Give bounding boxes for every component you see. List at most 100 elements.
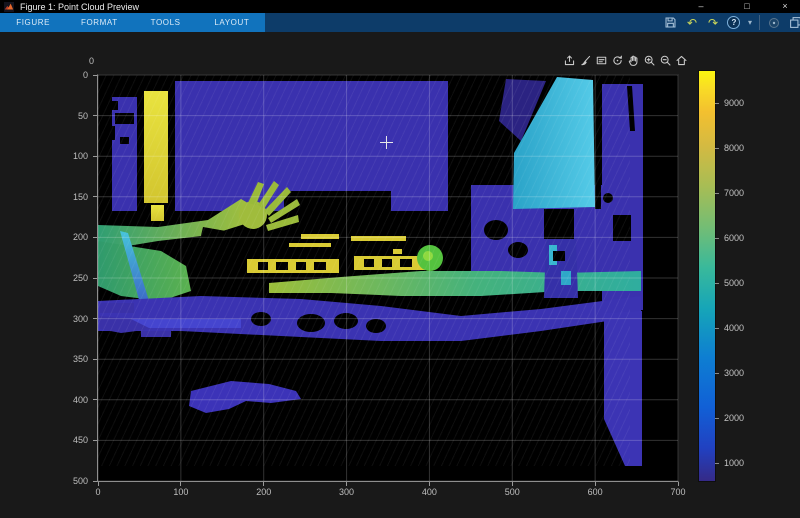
scene-ball-highlight xyxy=(423,251,433,261)
x-tick-label: 200 xyxy=(256,487,271,497)
scene-key-gap-3 xyxy=(296,262,306,270)
x-tick xyxy=(263,482,264,486)
y-tick xyxy=(93,115,97,116)
x-tick-label: 400 xyxy=(422,487,437,497)
scene-left-bit-3 xyxy=(141,331,171,337)
help-icon[interactable]: ? xyxy=(727,16,741,30)
figure-canvas: 0 0100200300400500600700 050100150200250… xyxy=(0,32,800,518)
x-tick-label: 500 xyxy=(505,487,520,497)
x-tick-label: 0 xyxy=(95,487,100,497)
tab-layout[interactable]: LAYOUT xyxy=(199,13,265,32)
matlab-logo-icon xyxy=(4,2,14,12)
y-tick xyxy=(93,318,97,319)
y-tick xyxy=(93,399,97,400)
redo-icon[interactable]: ↷ xyxy=(706,16,720,30)
scene-desk-hole-2 xyxy=(334,313,358,329)
scene-key-gap-1 xyxy=(258,262,268,270)
x-tick xyxy=(512,482,513,486)
undo-icon[interactable]: ↶ xyxy=(685,16,699,30)
scene-right-wedge xyxy=(604,311,642,466)
home-icon[interactable] xyxy=(674,53,689,68)
colorbar-tick xyxy=(715,463,719,464)
x-tick xyxy=(98,482,99,486)
colorbar-tick-label: 1000 xyxy=(724,458,744,468)
scene-wall-hole-2 xyxy=(508,242,528,258)
help-dropdown-icon[interactable]: ▾ xyxy=(748,18,752,27)
plot-area[interactable]: 0 0100200300400500600700 050100150200250… xyxy=(97,74,679,482)
scene-desk-hole-1 xyxy=(297,314,325,332)
scene-keyboard-line xyxy=(289,243,331,247)
maximize-button[interactable]: □ xyxy=(724,0,770,13)
datatips-icon[interactable] xyxy=(594,53,609,68)
x-tick xyxy=(429,482,430,486)
scene-speckle-4 xyxy=(120,137,129,144)
rotate-icon[interactable] xyxy=(610,53,625,68)
figure-window: Figure 1: Point Cloud Preview – □ × FIGU… xyxy=(0,0,800,518)
colorbar-tick-label: 5000 xyxy=(724,278,744,288)
colorbar-tick-label: 9000 xyxy=(724,98,744,108)
scene-key-gap-2 xyxy=(276,262,288,270)
colorbar-tick-label: 7000 xyxy=(724,188,744,198)
y-tick-label: 500 xyxy=(73,476,88,486)
scene-yellow-dash-1 xyxy=(301,234,339,239)
y-tick xyxy=(93,278,97,279)
tab-format[interactable]: FORMAT xyxy=(66,13,132,32)
scene-key-gap-5 xyxy=(364,259,374,267)
scene-monitor-stand xyxy=(544,209,574,239)
scene-watch xyxy=(199,227,226,249)
pan-icon[interactable] xyxy=(626,53,641,68)
zoom-in-icon[interactable] xyxy=(642,53,657,68)
scene-yellow-bar-lower xyxy=(151,205,164,221)
colorbar-tick-label: 8000 xyxy=(724,143,744,153)
minimize-button[interactable]: – xyxy=(678,0,724,13)
x-tick-label: 300 xyxy=(339,487,354,497)
save-icon[interactable] xyxy=(664,16,678,30)
colorbar-tick xyxy=(715,238,719,239)
scene-key-gap-4 xyxy=(314,262,326,270)
y-tick xyxy=(93,237,97,238)
colorbar-tick-label: 4000 xyxy=(724,323,744,333)
y-tick-label: 0 xyxy=(83,70,88,80)
toolstrip-tabs: FIGURE FORMAT TOOLS LAYOUT xyxy=(0,13,265,32)
scene-shadow-blob xyxy=(284,191,391,211)
scene-floor-blob xyxy=(189,381,301,413)
y-tick xyxy=(93,359,97,360)
y-tick-label: 50 xyxy=(78,111,88,121)
toolbar-separator xyxy=(759,15,760,30)
toolstrip: FIGURE FORMAT TOOLS LAYOUT ↶ ↷ ? ▾ xyxy=(0,13,800,32)
y-tick-label: 350 xyxy=(73,354,88,364)
x-tick xyxy=(180,482,181,486)
axes-toolbar xyxy=(562,53,689,68)
export-icon[interactable] xyxy=(562,53,577,68)
layout-windows-icon[interactable] xyxy=(788,16,800,30)
brush-icon[interactable] xyxy=(578,53,593,68)
colorbar-tick xyxy=(715,103,719,104)
close-button[interactable]: × xyxy=(770,0,800,13)
tab-tools[interactable]: TOOLS xyxy=(133,13,199,32)
x-tick xyxy=(346,482,347,486)
scene-key-gap-7 xyxy=(400,259,412,267)
depth-image xyxy=(98,75,678,481)
colorbar: 900080007000600050004000300020001000 xyxy=(698,70,788,482)
zoom-out-icon[interactable] xyxy=(658,53,673,68)
colorbar-tick xyxy=(715,328,719,329)
y-tick-label: 100 xyxy=(73,151,88,161)
scene-key-gap-6 xyxy=(382,259,392,267)
colorbar-tick-label: 3000 xyxy=(724,368,744,378)
titlebar: Figure 1: Point Cloud Preview – □ × xyxy=(0,0,800,13)
scene-yellow-bar xyxy=(144,91,168,203)
collapse-ribbon-icon[interactable] xyxy=(767,16,781,30)
scene-left-bit-1 xyxy=(100,303,134,313)
scene-yellow-dash-2 xyxy=(351,236,406,241)
y-tick xyxy=(93,156,97,157)
y-tick-label: 300 xyxy=(73,314,88,324)
scene-monitor-bezel xyxy=(595,79,601,209)
tab-figure[interactable]: FIGURE xyxy=(0,13,66,32)
x-tick xyxy=(595,482,596,486)
x-tick xyxy=(678,482,679,486)
scene-top-left-notch xyxy=(98,75,141,97)
colorbar-tick xyxy=(715,418,719,419)
colorbar-tick xyxy=(715,148,719,149)
colorbar-tick-label: 2000 xyxy=(724,413,744,423)
window-title: Figure 1: Point Cloud Preview xyxy=(20,2,139,12)
